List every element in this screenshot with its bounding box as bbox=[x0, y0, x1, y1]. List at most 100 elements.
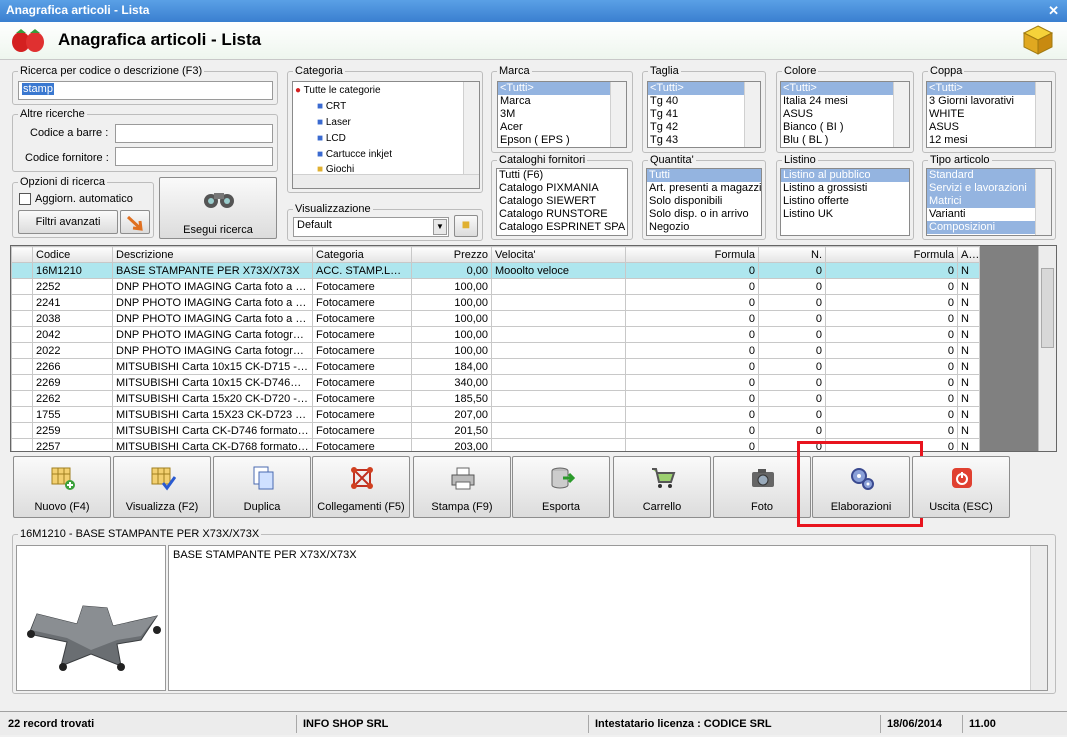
table-row[interactable]: 2038DNP PHOTO IMAGING Carta foto a subli… bbox=[11, 310, 980, 327]
list-item[interactable]: Listino UK bbox=[781, 208, 909, 221]
col-header-formula[interactable]: Formula bbox=[625, 246, 759, 263]
chevron-down-icon[interactable]: ▼ bbox=[433, 219, 447, 235]
col-header-code[interactable]: Codice bbox=[32, 246, 113, 263]
articles-grid[interactable]: Codice Descrizione Categoria Prezzo Velo… bbox=[10, 245, 1057, 452]
cart-button[interactable]: Carrello bbox=[613, 456, 711, 518]
list-item[interactable]: Listino al pubblico bbox=[781, 169, 909, 182]
grid-scroll-thumb[interactable] bbox=[1041, 268, 1054, 348]
duplicate-button[interactable]: Duplica bbox=[213, 456, 311, 518]
row-indicator[interactable] bbox=[11, 390, 33, 407]
table-row[interactable]: 2022 DNP PHOTO IMAGING Carta fotografica F… bbox=[11, 342, 980, 359]
list-item[interactable]: Acer bbox=[498, 121, 626, 134]
col-header-formula-2[interactable]: Formula bbox=[825, 246, 958, 263]
category-vscrollbar[interactable] bbox=[463, 82, 479, 174]
row-indicator[interactable] bbox=[11, 262, 33, 279]
list-item[interactable]: Solo disponibili bbox=[647, 195, 761, 208]
list-item[interactable]: Composizioni bbox=[927, 221, 1051, 234]
view-select[interactable]: Default ▼ bbox=[293, 217, 449, 237]
table-row[interactable]: 2269 MITSUBISHI Carta 10x15 CK-D746U -...… bbox=[11, 374, 980, 391]
col-header-category[interactable]: Categoria bbox=[312, 246, 412, 263]
row-indicator[interactable] bbox=[11, 278, 33, 295]
table-row[interactable]: 16M1210 BASE STAMPANTE PER X73X/X73X ACC. … bbox=[11, 262, 980, 279]
supplier-code-input[interactable] bbox=[115, 147, 273, 166]
list-item[interactable]: Tutti (F6) bbox=[497, 169, 627, 182]
list-item[interactable]: Catalogo RUNSTORE bbox=[497, 208, 627, 221]
list-item[interactable]: ASUS bbox=[927, 121, 1051, 134]
list-item[interactable]: Tutti bbox=[647, 169, 761, 182]
advanced-filters-button[interactable]: Filtri avanzati bbox=[18, 210, 118, 234]
color-list[interactable]: <Tutti> Italia 24 mesi ASUS Bianco ( BI … bbox=[780, 81, 910, 148]
run-search-button[interactable]: Esegui ricerca bbox=[159, 177, 277, 239]
tree-item-giochi[interactable]: ■ Giochi bbox=[317, 164, 354, 172]
list-item[interactable]: <Tutti> bbox=[498, 82, 626, 95]
tree-item-laser[interactable]: ■ Laser bbox=[317, 117, 351, 128]
tree-root[interactable]: ● Tutte le categorie bbox=[295, 85, 381, 96]
row-indicator[interactable] bbox=[11, 294, 33, 311]
table-row[interactable]: 2241DNP PHOTO IMAGING Carta foto a subli… bbox=[11, 294, 980, 311]
table-row[interactable]: 2252DNP PHOTO IMAGING Carta foto a subli… bbox=[11, 278, 980, 295]
open-folder-button[interactable]: ■ bbox=[454, 215, 478, 237]
row-indicator[interactable] bbox=[11, 374, 33, 391]
quantity-list[interactable]: Tutti Art. presenti a magazzino Solo dis… bbox=[646, 168, 762, 236]
list-item[interactable]: Varianti bbox=[927, 208, 1051, 221]
list-item[interactable]: 3 Giorni lavorativi bbox=[927, 95, 1051, 108]
auto-update-checkbox[interactable] bbox=[19, 193, 31, 205]
table-row[interactable]: 2042 DNP PHOTO IMAGING Carta fotografica F… bbox=[11, 326, 980, 343]
list-item[interactable]: Servizi e lavorazioni bbox=[927, 182, 1051, 195]
category-hscrollbar[interactable] bbox=[293, 174, 479, 188]
col-header-speed[interactable]: Velocita' bbox=[491, 246, 626, 263]
table-row[interactable]: 1755 MITSUBISHI Carta 15X23 CK-D723 - 4..… bbox=[11, 406, 980, 423]
list-item[interactable]: <Tutti> bbox=[781, 82, 909, 95]
row-indicator[interactable] bbox=[11, 422, 33, 439]
item-type-scrollbar[interactable] bbox=[1035, 169, 1051, 235]
print-button[interactable]: Stampa (F9) bbox=[413, 456, 511, 518]
brand-list[interactable]: <Tutti> Marca 3M Acer Epson ( EPS ) bbox=[497, 81, 627, 148]
row-indicator[interactable] bbox=[11, 438, 33, 451]
list-item[interactable]: Listino a grossisti bbox=[781, 182, 909, 195]
list-item[interactable]: Catalogo PIXMANIA bbox=[497, 182, 627, 195]
brand-scrollbar[interactable] bbox=[610, 82, 626, 147]
list-item[interactable]: Bianco ( BI ) bbox=[781, 121, 909, 134]
search-input[interactable]: stamp bbox=[18, 81, 273, 100]
new-button[interactable]: Nuovo (F4) bbox=[13, 456, 111, 518]
table-row[interactable]: 2266 MITSUBISHI Carta 10x15 CK-D715 - 8..… bbox=[11, 358, 980, 375]
list-item[interactable]: <Tutti> bbox=[927, 82, 1051, 95]
table-row[interactable]: 2259 MITSUBISHI Carta CK-D746 formato ...… bbox=[11, 422, 980, 439]
list-item[interactable]: Negozio bbox=[647, 221, 761, 234]
close-icon[interactable]: ✕ bbox=[1048, 3, 1059, 19]
cup-list[interactable]: <Tutti> 3 Giorni lavorativi WHITE ASUS 1… bbox=[926, 81, 1052, 148]
catalog-list[interactable]: Tutti (F6) Catalogo PIXMANIA Catalogo SI… bbox=[496, 168, 628, 236]
list-item[interactable]: Epson ( EPS ) bbox=[498, 134, 626, 147]
item-type-list[interactable]: Standard Servizi e lavorazioni Matrici V… bbox=[926, 168, 1052, 236]
filter-arrow-button[interactable] bbox=[120, 210, 150, 234]
row-indicator[interactable] bbox=[11, 310, 33, 327]
tree-item-lcd[interactable]: ■ LCD bbox=[317, 133, 346, 144]
color-scrollbar[interactable] bbox=[893, 82, 909, 147]
links-button[interactable]: Collegamenti (F5) bbox=[312, 456, 410, 518]
grid-vscrollbar[interactable] bbox=[1038, 246, 1056, 451]
category-tree[interactable]: ● Tutte le categorie ■ CRT ■ Laser ■ LCD… bbox=[292, 81, 480, 189]
product-image[interactable] bbox=[16, 545, 166, 691]
pricelist-list[interactable]: Listino al pubblico Listino a grossisti … bbox=[780, 168, 910, 236]
list-item[interactable]: 12 mesi bbox=[927, 134, 1051, 147]
view-button[interactable]: Visualizza (F2) bbox=[113, 456, 211, 518]
exit-button[interactable]: Uscita (ESC) bbox=[912, 456, 1010, 518]
tree-item-inkjet[interactable]: ■ Cartucce inkjet bbox=[317, 149, 392, 160]
list-item[interactable]: Art. presenti a magazzino bbox=[647, 182, 761, 195]
list-item[interactable]: Solo disp. o in arrivo bbox=[647, 208, 761, 221]
row-indicator[interactable] bbox=[11, 406, 33, 423]
list-item[interactable]: Listino offerte bbox=[781, 195, 909, 208]
row-indicator[interactable] bbox=[11, 342, 33, 359]
row-indicator[interactable] bbox=[11, 326, 33, 343]
tree-item-crt[interactable]: ■ CRT bbox=[317, 101, 346, 112]
size-list[interactable]: <Tutti> Tg 40 Tg 41 Tg 42 Tg 43 bbox=[647, 81, 761, 148]
barcode-input[interactable] bbox=[115, 124, 273, 143]
cup-scrollbar[interactable] bbox=[1035, 82, 1051, 147]
col-header-n[interactable]: N. bbox=[758, 246, 826, 263]
list-item[interactable]: 3M bbox=[498, 108, 626, 121]
col-header-price[interactable]: Prezzo bbox=[411, 246, 492, 263]
list-item[interactable]: Catalogo SIEWERT bbox=[497, 195, 627, 208]
list-item[interactable]: WHITE bbox=[927, 108, 1051, 121]
col-header-description[interactable]: Descrizione bbox=[112, 246, 313, 263]
row-indicator[interactable] bbox=[11, 358, 33, 375]
